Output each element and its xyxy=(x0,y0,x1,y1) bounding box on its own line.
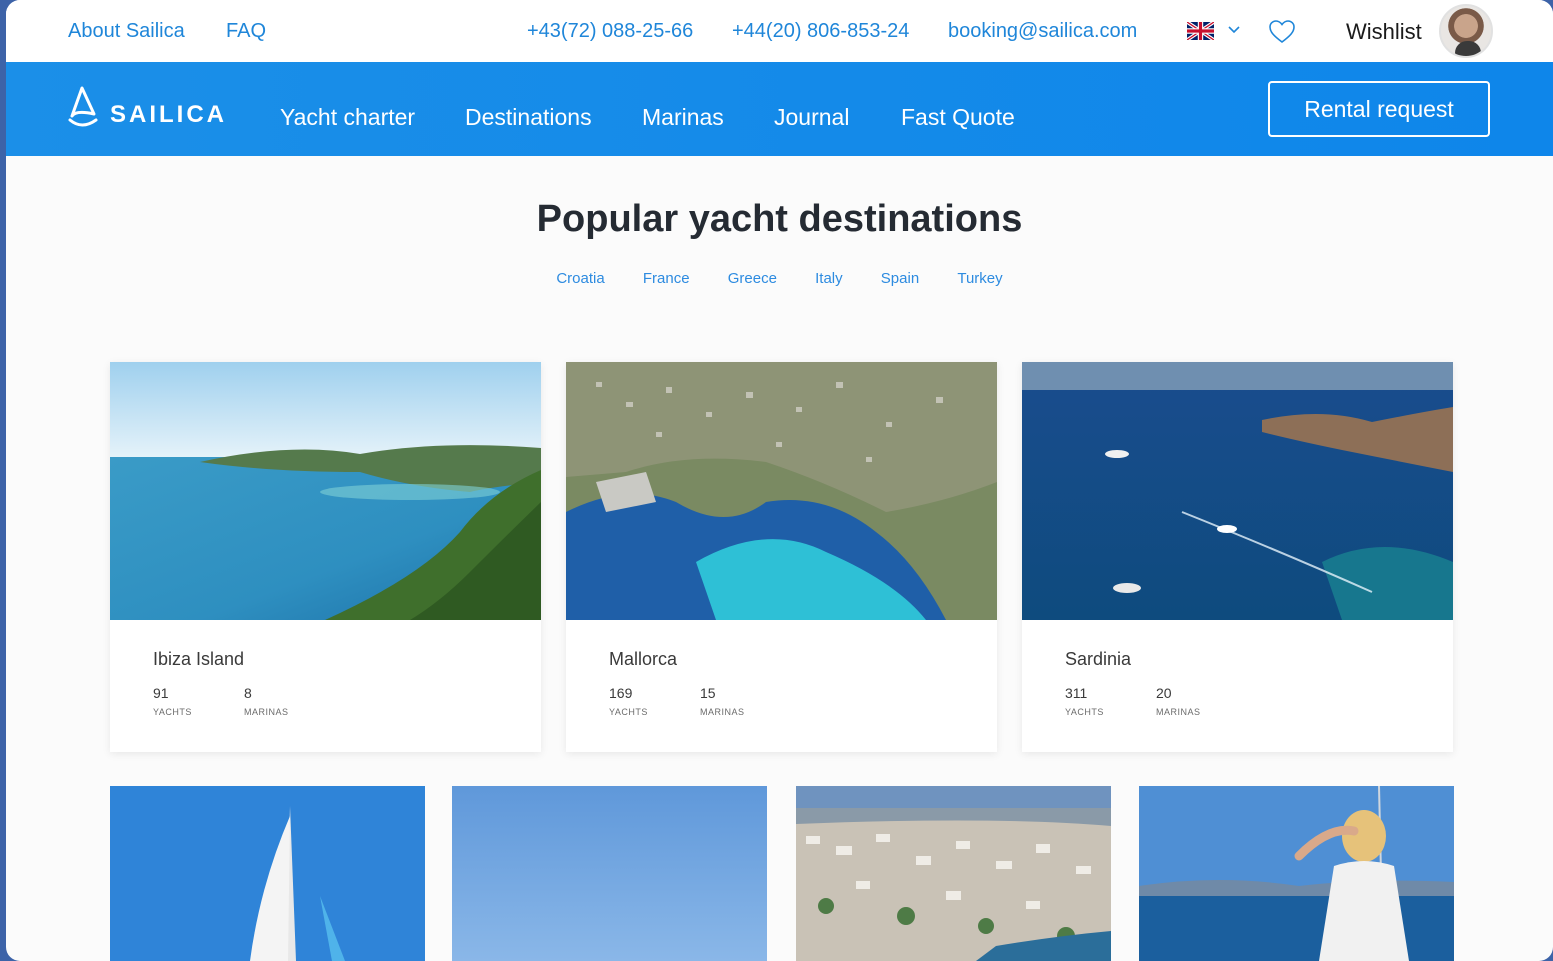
marinas-count: 20 xyxy=(1156,685,1172,701)
marinas-count: 8 xyxy=(244,685,252,701)
yachts-label: YACHTS xyxy=(153,707,192,717)
destination-image xyxy=(110,362,541,620)
heart-icon[interactable] xyxy=(1268,19,1296,45)
marinas-stat: 15 MARINAS xyxy=(700,685,745,717)
filter-croatia[interactable]: Croatia xyxy=(556,270,604,287)
destination-card[interactable]: Ibiza Island 91 YACHTS 8 MARINAS xyxy=(110,362,541,752)
rental-request-button[interactable]: Rental request xyxy=(1268,81,1490,137)
about-link[interactable]: About Sailica xyxy=(68,20,185,43)
uk-flag-icon[interactable] xyxy=(1187,22,1214,40)
filter-turkey[interactable]: Turkey xyxy=(957,270,1002,287)
email-link[interactable]: booking@sailica.com xyxy=(948,20,1137,43)
section-title: Popular yacht destinations xyxy=(536,198,1023,240)
yachts-count: 91 xyxy=(153,685,169,701)
browser-frame: About Sailica FAQ +43(72) 088-25-66 +44(… xyxy=(6,0,1553,961)
yachts-stat: 169 YACHTS xyxy=(609,685,648,717)
destination-name: Mallorca xyxy=(609,649,678,669)
wishlist-link[interactable]: Wishlist xyxy=(1346,19,1422,45)
phone-link-austria[interactable]: +43(72) 088-25-66 xyxy=(527,20,693,43)
yachts-count: 169 xyxy=(609,685,633,701)
filter-italy[interactable]: Italy xyxy=(815,270,843,287)
yachts-count: 311 xyxy=(1065,685,1088,701)
destination-card[interactable]: Sardinia 311 YACHTS 20 MARINAS xyxy=(1022,362,1453,752)
destination-name: Sardinia xyxy=(1065,649,1132,669)
yachts-label: YACHTS xyxy=(609,707,648,717)
marinas-label: MARINAS xyxy=(1156,707,1201,717)
nav-fast-quote[interactable]: Fast Quote xyxy=(901,104,1015,131)
marinas-label: MARINAS xyxy=(700,707,745,717)
country-filter-tabs: Croatia France Greece Italy Spain Turkey xyxy=(6,270,1553,287)
nav-destinations[interactable]: Destinations xyxy=(465,104,592,131)
logo-text[interactable]: SAILICA xyxy=(110,101,227,129)
filter-greece[interactable]: Greece xyxy=(728,270,777,287)
destination-image xyxy=(566,362,997,620)
marinas-stat: 20 MARINAS xyxy=(1156,685,1201,717)
marinas-count: 15 xyxy=(700,685,716,701)
destination-tile[interactable] xyxy=(1139,786,1454,961)
destination-card[interactable]: Mallorca 169 YACHTS 15 MARINAS xyxy=(566,362,997,752)
destination-tile[interactable] xyxy=(796,786,1111,961)
chevron-down-icon[interactable] xyxy=(1227,24,1241,36)
yachts-stat: 91 YACHTS xyxy=(153,685,192,717)
yachts-stat: 311 YACHTS xyxy=(1065,685,1104,717)
marinas-stat: 8 MARINAS xyxy=(244,685,289,717)
filter-france[interactable]: France xyxy=(643,270,690,287)
main-navbar: SAILICA Yacht charter Destinations Marin… xyxy=(6,62,1553,156)
nav-marinas[interactable]: Marinas xyxy=(642,104,724,131)
avatar[interactable] xyxy=(1439,4,1493,58)
marinas-label: MARINAS xyxy=(244,707,289,717)
destination-tile[interactable] xyxy=(452,786,767,961)
destination-name: Ibiza Island xyxy=(153,649,245,669)
filter-spain[interactable]: Spain xyxy=(881,270,919,287)
destination-tile[interactable] xyxy=(110,786,425,961)
nav-journal[interactable]: Journal xyxy=(774,104,849,131)
nav-yacht-charter[interactable]: Yacht charter xyxy=(280,104,415,131)
destination-image xyxy=(1022,362,1453,620)
yachts-label: YACHTS xyxy=(1065,707,1104,717)
top-utility-bar: About Sailica FAQ +43(72) 088-25-66 +44(… xyxy=(6,0,1553,62)
faq-link[interactable]: FAQ xyxy=(226,20,266,43)
phone-link-uk[interactable]: +44(20) 806-853-24 xyxy=(732,20,909,43)
